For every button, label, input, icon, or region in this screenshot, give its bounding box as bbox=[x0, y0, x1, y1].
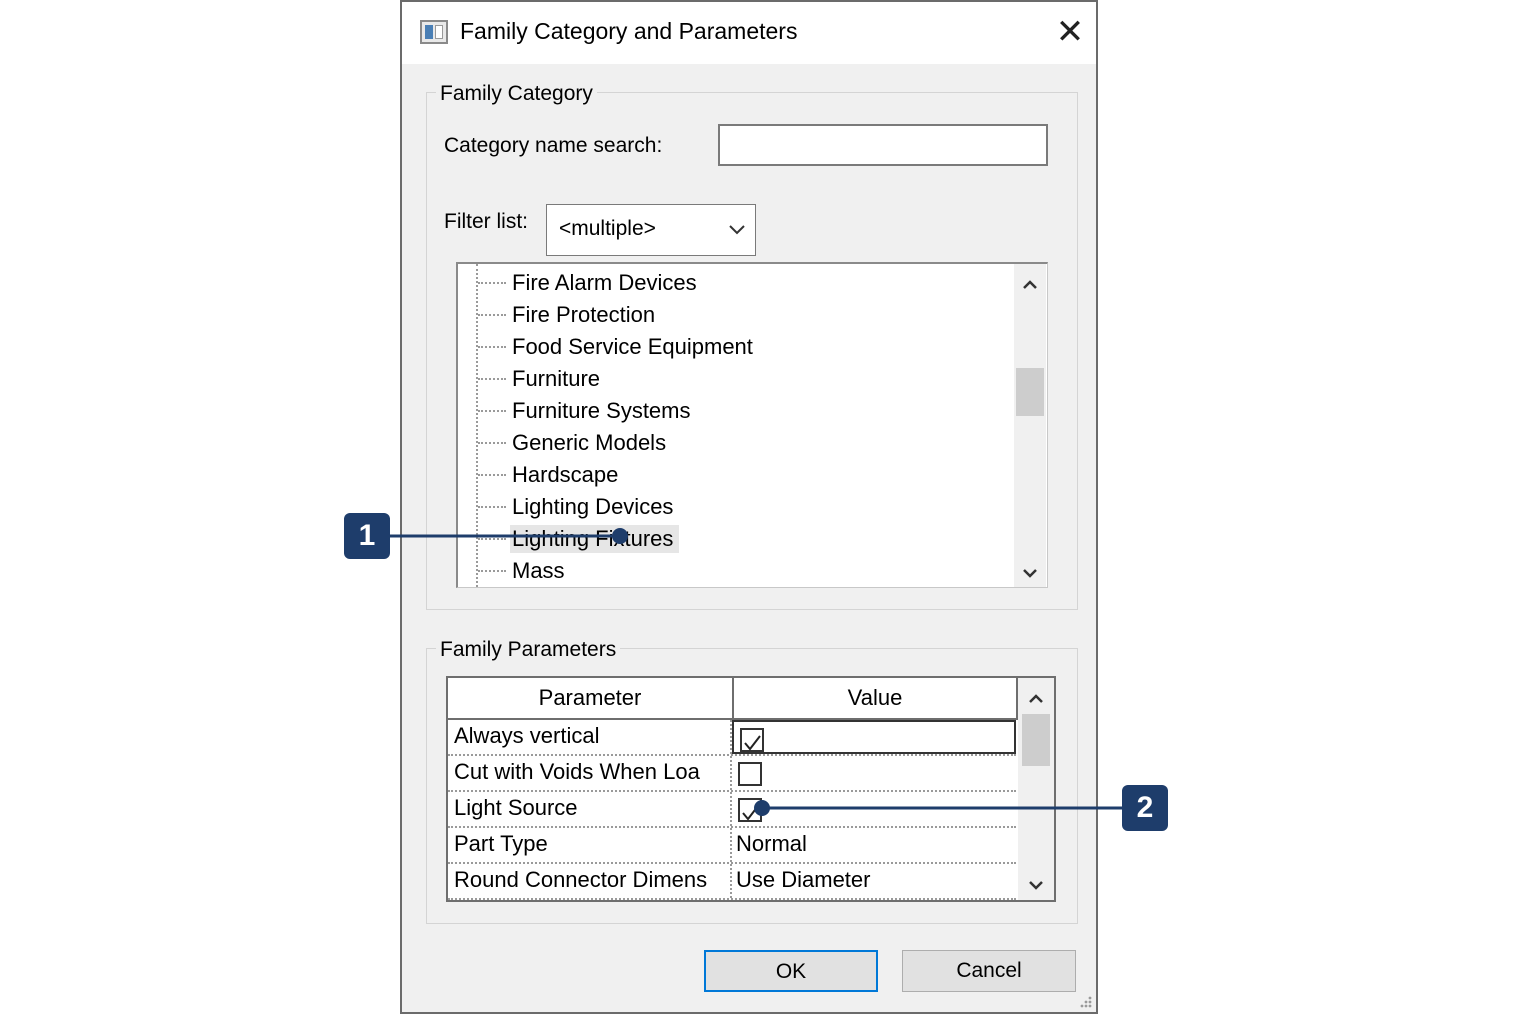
tree-connector-dots bbox=[478, 506, 506, 508]
category-tree-item[interactable]: Hardscape bbox=[458, 458, 998, 490]
parameter-row[interactable]: Always vertical bbox=[448, 720, 1016, 756]
family-category-legend: Family Category bbox=[436, 82, 597, 106]
category-tree-item-label: Fire Protection bbox=[512, 302, 656, 327]
tree-connector-dots bbox=[478, 282, 506, 284]
value-checkbox[interactable] bbox=[738, 798, 762, 822]
tree-connector-dots bbox=[478, 538, 506, 540]
tree-connector-dots bbox=[478, 410, 506, 412]
tree-connector-dots bbox=[478, 378, 506, 380]
category-tree-item[interactable]: Generic Models bbox=[458, 426, 998, 458]
tree-scroll-thumb[interactable] bbox=[1016, 368, 1044, 416]
category-tree-item[interactable]: Fire Alarm Devices bbox=[458, 266, 998, 298]
callout-2-badge: 2 bbox=[1122, 785, 1168, 831]
category-tree-item-label: Furniture bbox=[512, 366, 601, 391]
category-tree-item-label: Lighting Devices bbox=[512, 494, 674, 519]
column-header-parameter[interactable]: Parameter bbox=[448, 678, 734, 720]
tree-connector-dots bbox=[478, 314, 506, 316]
filter-list-value: <multiple> bbox=[559, 217, 656, 240]
scroll-up-icon[interactable] bbox=[1018, 684, 1054, 712]
filter-list-label: Filter list: bbox=[444, 210, 528, 233]
parameters-grid[interactable]: Parameter Value Always vertical Cut with … bbox=[446, 676, 1056, 902]
tree-connector-dots bbox=[478, 570, 506, 572]
category-tree-item-label: Hardscape bbox=[512, 462, 619, 487]
category-tree-item[interactable]: Lighting Fixtures bbox=[458, 522, 998, 554]
app-icon bbox=[420, 20, 448, 44]
parameter-row[interactable]: Part Type Normal bbox=[448, 828, 1016, 864]
parameter-name-cell: Always vertical bbox=[448, 720, 732, 754]
value-checkbox[interactable] bbox=[740, 728, 764, 752]
parameter-row[interactable]: Cut with Voids When Loa bbox=[448, 756, 1016, 792]
checkmark-icon bbox=[744, 735, 761, 751]
category-tree-item-label: Food Service Equipment bbox=[512, 334, 753, 359]
tree-connector-dots bbox=[478, 474, 506, 476]
category-tree-item[interactable]: Furniture Systems bbox=[458, 394, 998, 426]
category-search-input[interactable] bbox=[718, 124, 1048, 166]
column-header-value[interactable]: Value bbox=[734, 678, 1018, 720]
category-tree[interactable]: Fire Alarm Devices Fire Protection Food Se… bbox=[456, 262, 1048, 588]
cancel-button[interactable]: Cancel bbox=[902, 950, 1076, 992]
value-checkbox[interactable] bbox=[738, 762, 762, 786]
category-tree-item[interactable]: Lighting Devices bbox=[458, 490, 998, 522]
category-tree-item[interactable]: Fire Protection bbox=[458, 298, 998, 330]
parameter-value-cell[interactable] bbox=[732, 720, 1016, 754]
parameter-name-cell: Cut with Voids When Loa bbox=[448, 756, 732, 790]
category-tree-item-label: Mass bbox=[512, 558, 565, 583]
category-tree-item[interactable]: Furniture bbox=[458, 362, 998, 394]
checkmark-icon bbox=[742, 805, 759, 821]
title-bar[interactable]: Family Category and Parameters ✕ bbox=[402, 2, 1096, 64]
family-parameters-legend: Family Parameters bbox=[436, 638, 621, 662]
tree-scrollbar[interactable] bbox=[1014, 264, 1046, 588]
filter-list-dropdown[interactable]: <multiple> bbox=[546, 204, 756, 256]
scroll-down-icon[interactable] bbox=[1014, 560, 1046, 588]
tree-connector-dots bbox=[478, 346, 506, 348]
parameter-value-cell[interactable] bbox=[732, 756, 1016, 790]
category-tree-item-label: Fire Alarm Devices bbox=[512, 270, 697, 295]
family-category-dialog: Family Category and Parameters ✕ Family … bbox=[400, 0, 1098, 1014]
scroll-down-icon[interactable] bbox=[1018, 872, 1054, 900]
chevron-down-icon bbox=[729, 225, 745, 235]
category-tree-item-label: Furniture Systems bbox=[512, 398, 691, 423]
parameter-name-cell: Part Type bbox=[448, 828, 732, 862]
callout-1-badge: 1 bbox=[344, 513, 390, 559]
ok-button[interactable]: OK bbox=[704, 950, 878, 992]
category-tree-item[interactable]: Food Service Equipment bbox=[458, 330, 998, 362]
grid-scrollbar[interactable] bbox=[1018, 678, 1054, 900]
scroll-up-icon[interactable] bbox=[1014, 270, 1046, 298]
parameter-name-cell: Light Source bbox=[448, 792, 732, 826]
resize-grip-icon[interactable] bbox=[1078, 994, 1092, 1008]
dialog-title: Family Category and Parameters bbox=[460, 18, 798, 44]
parameter-name-cell: Round Connector Dimens bbox=[448, 864, 732, 898]
category-search-label: Category name search: bbox=[444, 134, 663, 157]
grid-scroll-thumb[interactable] bbox=[1022, 714, 1050, 766]
parameter-value-cell[interactable]: Normal bbox=[732, 828, 1016, 862]
category-tree-item-label: Lighting Fixtures bbox=[510, 525, 680, 553]
category-tree-item-label: Generic Models bbox=[512, 430, 667, 455]
category-tree-item[interactable]: Mass bbox=[458, 554, 998, 586]
parameter-row[interactable]: Light Source bbox=[448, 792, 1016, 828]
parameter-value-cell[interactable] bbox=[732, 792, 1016, 826]
parameter-value-cell[interactable]: Use Diameter bbox=[732, 864, 1016, 898]
parameter-row[interactable]: Round Connector Dimens Use Diameter bbox=[448, 864, 1016, 900]
close-icon[interactable]: ✕ bbox=[1050, 12, 1090, 52]
tree-connector-dots bbox=[478, 442, 506, 444]
